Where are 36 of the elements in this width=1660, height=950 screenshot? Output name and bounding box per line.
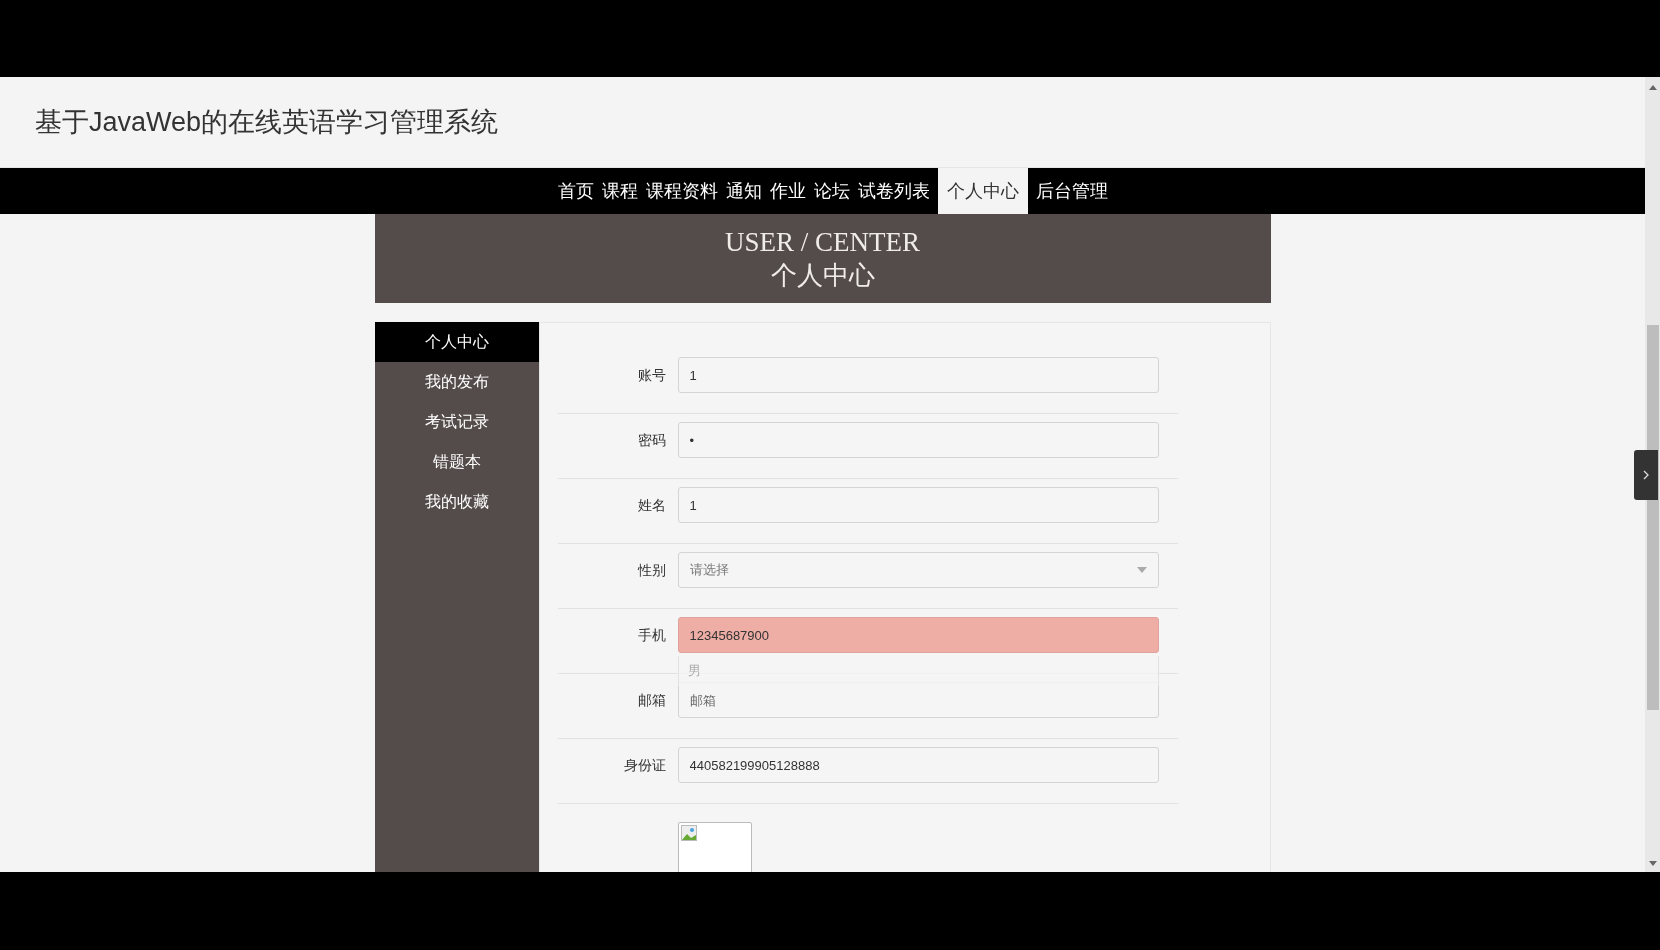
sidebar-item[interactable]: 我的收藏 (374, 482, 539, 522)
caret-icon (1136, 567, 1147, 573)
site-title: 基于JavaWeb的在线英语学习管理系统 (35, 105, 499, 139)
nav-tab[interactable]: 作业 (765, 168, 810, 214)
nav-tab[interactable]: 课程资料 (641, 168, 722, 214)
field-label: 身份证 (622, 755, 667, 775)
field-label: 手机 (636, 625, 667, 645)
input-field[interactable]: • (677, 422, 1159, 458)
input-field[interactable]: 1 (677, 487, 1159, 523)
input-field[interactable]: 12345687900 (677, 617, 1159, 653)
side-toggle-button[interactable] (1634, 450, 1658, 500)
banner-title: USER / CENTER (725, 225, 920, 259)
scroll-down-icon[interactable] (1648, 861, 1657, 866)
select-field[interactable]: 请选择 (677, 552, 1159, 588)
field-label: 邮箱 (636, 690, 667, 710)
nav-tab[interactable]: 试卷列表 (853, 168, 934, 214)
banner-subtitle: 个人中心 (770, 259, 875, 292)
field-label: 账号 (636, 365, 667, 385)
nav-tab[interactable]: 课程 (597, 168, 642, 214)
select-placeholder: 请选择 (689, 561, 729, 580)
nav-tab[interactable]: 个人中心 (937, 168, 1028, 214)
sidebar-item[interactable]: 错题本 (374, 442, 539, 482)
field-label: 密码 (636, 430, 667, 450)
sidebar-item[interactable]: 我的发布 (374, 362, 539, 402)
input-field[interactable]: 1 (677, 357, 1159, 393)
input-field[interactable]: 440582199905128888 (677, 747, 1159, 783)
scroll-up-icon[interactable] (1648, 85, 1657, 90)
nav-tab[interactable]: 后台管理 (1031, 168, 1112, 214)
sidebar-item[interactable]: 考试记录 (374, 402, 539, 442)
field-label: 性别 (636, 560, 667, 580)
chevron-right-icon (1643, 470, 1649, 480)
nav-tab[interactable]: 首页 (553, 168, 598, 214)
sidebar-item[interactable]: 个人中心 (374, 322, 539, 362)
field-label: 姓名 (636, 495, 667, 515)
nav-tab[interactable]: 论坛 (809, 168, 854, 214)
nav-tab[interactable]: 通知 (721, 168, 766, 214)
